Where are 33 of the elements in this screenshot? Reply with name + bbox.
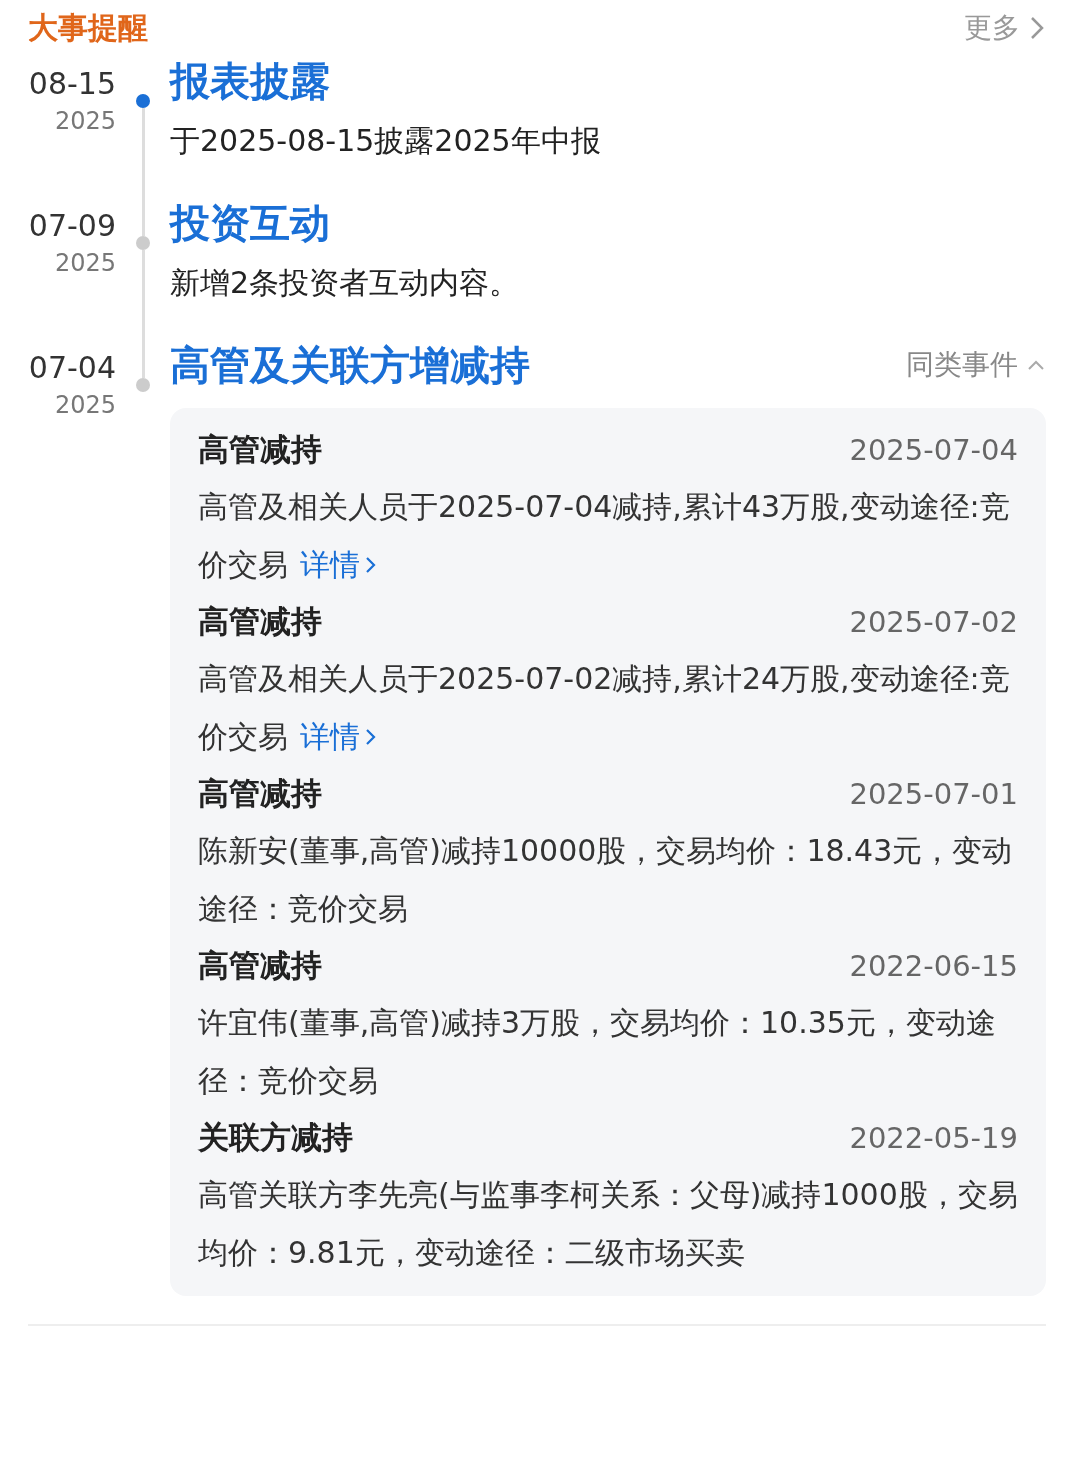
chevron-up-icon — [1026, 358, 1046, 372]
event-description: 于2025-08-15披露2025年中报 — [170, 122, 602, 160]
details-link[interactable]: 详情 — [300, 708, 378, 766]
record-title: 高管减持 — [198, 774, 322, 813]
event-year: 2025 — [54, 390, 116, 421]
event-title[interactable]: 投资互动 — [170, 195, 330, 251]
event-date: 08-15 — [28, 65, 116, 103]
event-date: 07-04 — [28, 349, 116, 387]
chevron-right-icon — [1028, 15, 1046, 41]
event-title[interactable]: 高管及关联方增减持 — [170, 337, 530, 393]
event-year: 2025 — [54, 106, 116, 137]
event-year: 2025 — [54, 248, 116, 279]
more-link[interactable]: 更多 — [964, 9, 1046, 47]
record-date: 2022-05-19 — [849, 1121, 1018, 1155]
record-description: 高管及相关人员于2025-07-04减持,累计43万股,变动途径:竞价交易 详情 — [198, 478, 1018, 594]
similar-events-toggle[interactable]: 同类事件 — [906, 346, 1046, 384]
record-date: 2025-07-01 — [849, 777, 1018, 811]
record-description: 陈新安(董事,高管)减持10000股，交易均价：18.43元，变动途径：竞价交易 — [198, 832, 1014, 928]
details-link[interactable]: 详情 — [300, 536, 378, 594]
record-description: 高管及相关人员于2025-07-02减持,累计24万股,变动途径:竞价交易 详情 — [198, 650, 1018, 766]
event-title[interactable]: 报表披露 — [170, 53, 330, 109]
record-description: 许宜伟(董事,高管)减持3万股，交易均价：10.35元，变动途径：竞价交易 — [198, 1004, 997, 1100]
record-title: 高管减持 — [198, 430, 322, 469]
event-date: 07-09 — [28, 207, 116, 245]
record-title: 关联方减持 — [198, 1118, 353, 1157]
record-title: 高管减持 — [198, 946, 322, 985]
record-title: 高管减持 — [198, 602, 322, 641]
section-title: 大事提醒 — [28, 8, 148, 47]
record-date: 2022-06-15 — [849, 949, 1018, 983]
event-description: 新增2条投资者互动内容。 — [170, 264, 521, 302]
record-date: 2025-07-02 — [849, 605, 1018, 639]
record-date: 2025-07-04 — [849, 433, 1018, 467]
record-description: 高管关联方李先亮(与监事李柯关系：父母)减持1000股，交易均价：9.81元，变动途径：二级市场买卖 — [198, 1176, 1018, 1272]
